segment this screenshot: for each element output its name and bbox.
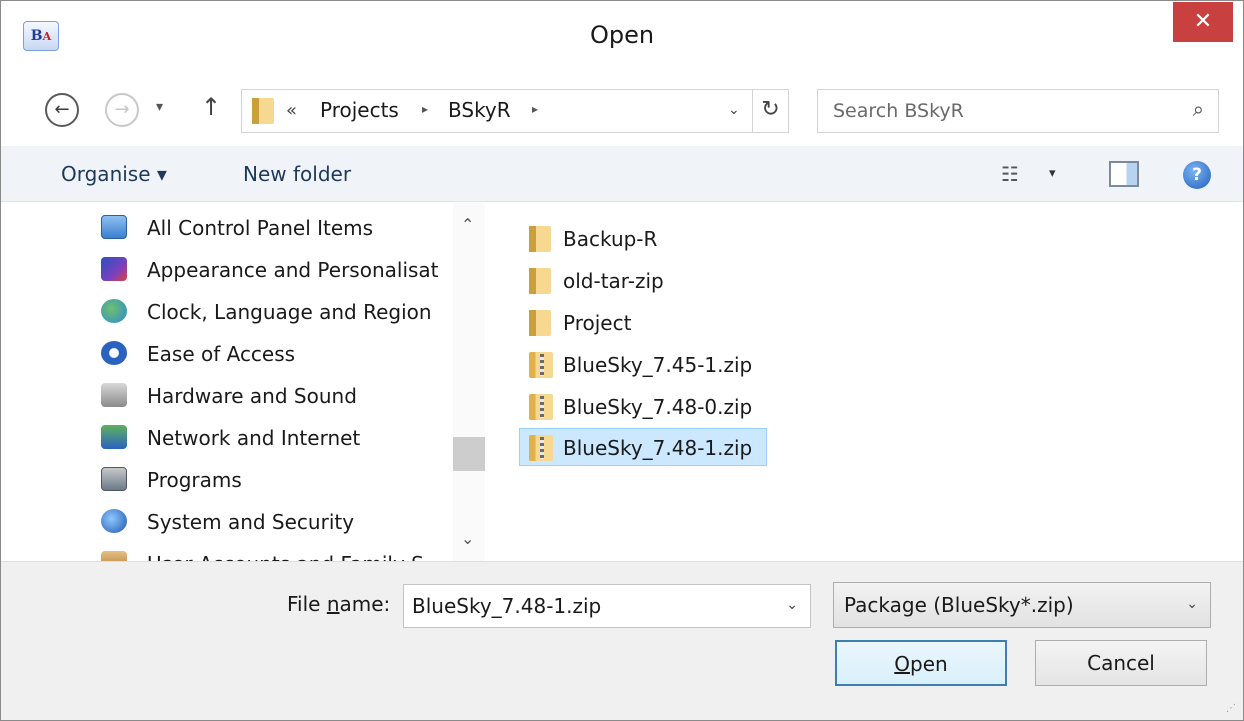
folder-icon [252, 98, 274, 124]
organise-button[interactable]: Organise ▾ [61, 162, 167, 186]
breadcrumb-bskyr[interactable]: BSkyR [448, 98, 511, 122]
file-name: BlueSky_7.45-1.zip [563, 353, 753, 377]
file-name-field[interactable]: ⌄ [403, 584, 811, 628]
open-dialog: BA Open ✕ ← → ▾ ↑ « Projects ▸ BSkyR ▸ ⌄… [0, 0, 1244, 721]
close-button[interactable]: ✕ [1173, 2, 1233, 42]
up-arrow-icon: ↑ [201, 93, 222, 121]
chevron-down-icon: ⌄ [1186, 596, 1198, 612]
tree-item-label: Ease of Access [147, 342, 296, 366]
appearance-icon [101, 257, 127, 281]
cancel-button[interactable]: Cancel [1035, 640, 1207, 686]
tree-item-label: Hardware and Sound [147, 384, 357, 408]
forward-arrow-icon: → [114, 99, 130, 120]
dialog-footer: File name: ⌄ Package (BlueSky*.zip) ⌄ Op… [1, 561, 1243, 720]
help-icon[interactable]: ? [1183, 161, 1211, 189]
forward-button[interactable]: → [105, 93, 139, 127]
back-arrow-icon: ← [54, 99, 70, 120]
zip-file-icon [529, 435, 553, 461]
scrollbar-thumb[interactable] [453, 437, 485, 471]
command-toolbar: Organise ▾ New folder ☷ ▾ ? [1, 146, 1243, 202]
refresh-icon: ↻ [761, 97, 780, 122]
search-box[interactable]: ⌕ [817, 89, 1219, 133]
chevron-down-icon: ▾ [156, 99, 164, 115]
close-icon: ✕ [1193, 9, 1213, 34]
folder-icon [529, 268, 551, 294]
file-name: old-tar-zip [563, 269, 664, 293]
title-bar: BA Open ✕ [1, 1, 1243, 81]
file-name: BlueSky_7.48-0.zip [563, 395, 753, 419]
chevron-down-icon[interactable]: ⌄ [786, 597, 798, 613]
file-name-label: File name: [287, 592, 391, 616]
navigation-row: ← → ▾ ↑ « Projects ▸ BSkyR ▸ ⌄ ↻ ⌕ [1, 81, 1243, 133]
tree-item-label: User Accounts and Family S [147, 552, 424, 561]
recent-locations-button[interactable]: ▾ [156, 99, 163, 115]
breadcrumb-separator[interactable]: ▸ [422, 102, 428, 116]
file-bluesky-7-48-1[interactable]: BlueSky_7.48-1.zip [519, 428, 767, 466]
dialog-title: Open [589, 21, 655, 49]
tree-item-label: Appearance and Personalisat [147, 258, 439, 282]
file-name: BlueSky_7.48-1.zip [563, 436, 753, 460]
search-icon[interactable]: ⌕ [1193, 97, 1204, 121]
preview-pane-icon[interactable] [1109, 161, 1139, 187]
printer-icon [101, 383, 127, 407]
ease-of-access-icon [101, 341, 127, 365]
file-name: Project [563, 311, 632, 335]
new-folder-button[interactable]: New folder [243, 162, 351, 186]
scroll-up-icon[interactable]: ⌃ [461, 215, 474, 234]
zip-file-icon [529, 352, 553, 378]
scroll-down-icon[interactable]: ⌄ [461, 529, 474, 548]
file-type-select[interactable]: Package (BlueSky*.zip) ⌄ [833, 582, 1211, 628]
tree-item-label: Programs [147, 468, 242, 492]
zip-file-icon [529, 394, 553, 420]
back-button[interactable]: ← [45, 93, 79, 127]
file-name-input[interactable] [404, 585, 764, 627]
file-list: Backup-R old-tar-zip Project BlueSky_7.4… [487, 203, 1243, 561]
navigation-pane: All Control Panel Items Appearance and P… [1, 203, 485, 561]
folder-icon [529, 226, 551, 252]
users-icon [101, 551, 127, 561]
navigation-scrollbar[interactable]: ⌃ ⌄ [453, 203, 485, 561]
change-view-icon[interactable]: ☷ [1001, 162, 1019, 186]
programs-icon [101, 467, 127, 491]
breadcrumb-overflow[interactable]: « [286, 100, 297, 121]
shield-icon [101, 509, 127, 533]
network-icon [101, 425, 127, 449]
up-button[interactable]: ↑ [201, 93, 221, 121]
file-type-value: Package (BlueSky*.zip) [844, 593, 1074, 617]
tree-item-label: Network and Internet [147, 426, 361, 450]
globe-clock-icon [101, 299, 127, 323]
address-bar[interactable]: « Projects ▸ BSkyR ▸ ⌄ ↻ [241, 89, 789, 133]
tree-item-label: System and Security [147, 510, 355, 534]
refresh-button[interactable]: ↻ [752, 90, 788, 132]
file-name: Backup-R [563, 227, 658, 251]
tree-item-label: Clock, Language and Region [147, 300, 432, 324]
tree-item-label: All Control Panel Items [147, 216, 374, 240]
folder-icon [529, 310, 551, 336]
control-panel-icon [101, 215, 127, 239]
address-dropdown-icon[interactable]: ⌄ [728, 102, 740, 118]
open-button[interactable]: Open [835, 640, 1007, 686]
breadcrumb-projects[interactable]: Projects [320, 98, 399, 122]
breadcrumb-separator[interactable]: ▸ [532, 102, 538, 116]
view-options-button[interactable]: ▾ [1049, 166, 1056, 181]
resize-grip-icon[interactable]: ⋰ [1226, 703, 1237, 714]
search-input[interactable] [818, 90, 1158, 132]
